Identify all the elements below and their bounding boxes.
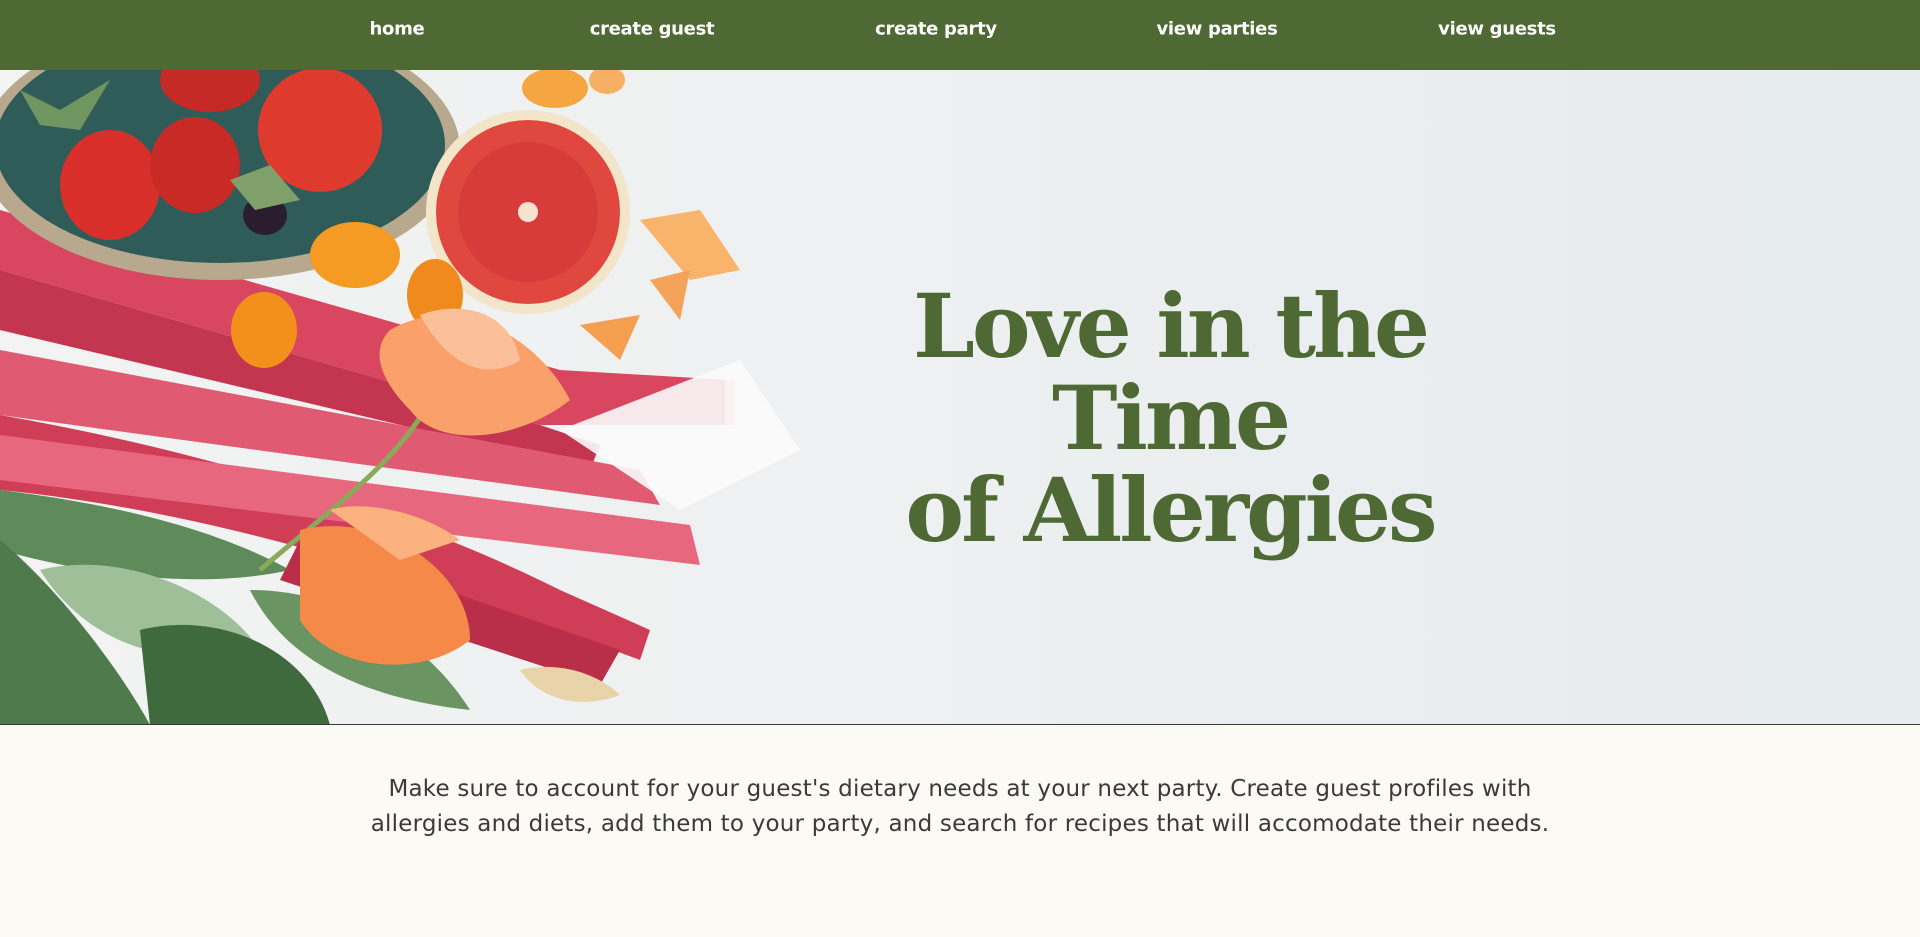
hero-banner: Love in the Time of Allergies: [0, 70, 1920, 725]
top-navbar: home create guest create party view part…: [0, 0, 1920, 70]
hero-title-line1: Love in the Time: [913, 274, 1430, 470]
nav-link-create-party[interactable]: create party: [875, 19, 997, 40]
hero-title-line2: of Allergies: [905, 458, 1437, 562]
nav-link-view-guests[interactable]: view guests: [1438, 19, 1556, 40]
nav-link-view-parties[interactable]: view parties: [1156, 19, 1277, 40]
hero-title: Love in the Time of Allergies: [810, 280, 1530, 556]
nav-link-create-guest[interactable]: create guest: [590, 19, 715, 40]
nav-link-home[interactable]: home: [370, 19, 425, 40]
intro-paragraph: Make sure to account for your guest's di…: [370, 776, 1550, 837]
